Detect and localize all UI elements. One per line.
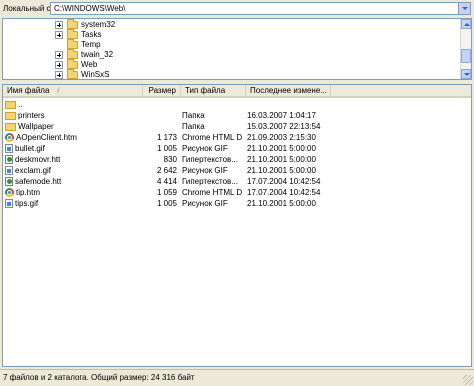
scroll-up-icon[interactable] xyxy=(461,19,471,29)
chrome-html-icon xyxy=(5,188,14,198)
folder-icon xyxy=(67,19,78,29)
column-header-size[interactable]: Размер xyxy=(143,85,181,98)
file-row[interactable]: exclam.gif 2 642 Рисунок GIF 21.10.2001 … xyxy=(3,165,459,176)
file-row[interactable]: bullet.gif 1 005 Рисунок GIF 21.10.2001 … xyxy=(3,143,459,154)
status-text: 7 файлов и 2 каталога. Общий размер: 24 … xyxy=(3,373,195,382)
file-type: Папка xyxy=(182,111,205,120)
tree-item-label: Temp xyxy=(81,40,101,49)
tree-item-label: twain_32 xyxy=(81,50,114,59)
file-name: deskmovr.htt xyxy=(15,155,61,164)
gif-file-icon xyxy=(5,166,13,176)
column-header-date[interactable]: Последнее измене... xyxy=(246,85,331,98)
folder-icon xyxy=(5,111,16,120)
column-header-name[interactable]: Имя файла / xyxy=(3,85,143,98)
file-size: 1 173 xyxy=(156,133,177,142)
file-size: 1 005 xyxy=(156,144,177,153)
tree-item[interactable]: Tasks xyxy=(55,28,102,40)
chrome-html-icon xyxy=(5,133,14,143)
file-row[interactable]: deskmovr.htt 830 Гипертекстов... 21.10.2… xyxy=(3,154,459,165)
file-type: Гипертекстов... xyxy=(182,155,238,164)
tree-item-label: Web xyxy=(81,60,98,69)
resize-grip-icon[interactable] xyxy=(463,375,473,385)
scroll-thumb[interactable] xyxy=(461,49,471,63)
file-row[interactable]: tip.htm 1 059 Chrome HTML D... 17.07.200… xyxy=(3,187,459,198)
local-site-bar: Локальный сайт: C:\WINDOWS\Web\ xyxy=(0,0,474,18)
expand-icon[interactable] xyxy=(55,60,63,69)
local-path-value: C:\WINDOWS\Web\ xyxy=(54,4,126,13)
file-size: 1 059 xyxy=(156,188,177,197)
expand-icon[interactable] xyxy=(55,20,63,29)
file-type: Папка xyxy=(182,122,205,131)
file-name: safemode.htt xyxy=(15,177,62,186)
file-date: 21.10.2001 5:00:00 xyxy=(247,144,316,153)
file-row[interactable]: AOpenClient.htm 1 173 Chrome HTML D... 2… xyxy=(3,132,459,143)
file-type: Рисунок GIF xyxy=(182,199,228,208)
file-row[interactable]: printers Папка 16.03.2007 1:04:17 xyxy=(3,110,459,121)
file-date: 21.09.2003 2:15:30 xyxy=(247,133,316,142)
file-row[interactable]: .. xyxy=(3,99,459,110)
sort-icon: / xyxy=(57,88,60,95)
file-size: 830 xyxy=(163,155,177,164)
file-name: exclam.gif xyxy=(15,166,52,175)
column-header-spacer xyxy=(331,85,471,98)
expand-icon[interactable] xyxy=(55,70,63,79)
chevron-down-icon[interactable] xyxy=(458,3,470,14)
tree-item[interactable]: system32 xyxy=(55,19,116,30)
folder-icon xyxy=(67,38,78,49)
local-path-input[interactable]: C:\WINDOWS\Web\ xyxy=(50,2,471,15)
file-name: bullet.gif xyxy=(15,144,45,153)
file-size: 1 005 xyxy=(156,199,177,208)
tree-item[interactable]: twain_32 xyxy=(55,48,114,60)
file-name: tips.gif xyxy=(15,199,39,208)
file-date: 21.10.2001 5:00:00 xyxy=(247,166,316,175)
file-list[interactable]: Имя файла / Размер Тип файла Последнее из… xyxy=(2,84,472,367)
file-name: printers xyxy=(18,111,45,120)
file-type: Chrome HTML D... xyxy=(182,188,242,197)
folder-icon xyxy=(67,28,78,39)
folder-icon xyxy=(5,100,16,109)
file-date: 17.07.2004 10:42:54 xyxy=(247,188,321,197)
file-row[interactable]: tips.gif 1 005 Рисунок GIF 21.10.2001 5:… xyxy=(3,198,459,209)
status-bar: 7 файлов и 2 каталога. Общий размер: 24 … xyxy=(0,369,474,386)
htt-file-icon xyxy=(5,155,13,165)
file-row[interactable]: Wallpaper Папка 15.03.2007 22:13:54 xyxy=(3,121,459,132)
directory-tree[interactable]: system32 Tasks Temp twain_32 Web WinSxS xyxy=(2,18,472,80)
tree-item[interactable]: Temp xyxy=(55,38,101,50)
gif-file-icon xyxy=(5,199,13,209)
tree-item-label: system32 xyxy=(81,20,116,29)
file-name: Wallpaper xyxy=(18,122,54,131)
expand-icon[interactable] xyxy=(55,30,63,39)
file-type: Рисунок GIF xyxy=(182,144,228,153)
scroll-down-icon[interactable] xyxy=(461,69,471,79)
tree-item[interactable]: Web xyxy=(55,58,98,70)
file-date: 16.03.2007 1:04:17 xyxy=(247,111,316,120)
tree-scrollbar[interactable] xyxy=(460,19,471,79)
file-date: 21.10.2001 5:00:00 xyxy=(247,199,316,208)
file-row[interactable]: safemode.htt 4 414 Гипертекстов... 17.07… xyxy=(3,176,459,187)
folder-icon xyxy=(67,68,78,79)
column-header-type[interactable]: Тип файла xyxy=(181,85,246,98)
tree-item-label: WinSxS xyxy=(81,70,110,79)
tree-item-label: Tasks xyxy=(81,30,102,39)
file-type: Рисунок GIF xyxy=(182,166,228,175)
file-size: 2 642 xyxy=(156,166,177,175)
file-size: 4 414 xyxy=(156,177,177,186)
file-date: 17.07.2004 10:42:54 xyxy=(247,177,321,186)
folder-icon xyxy=(67,48,78,59)
file-date: 15.03.2007 22:13:54 xyxy=(247,122,321,131)
file-name: tip.htm xyxy=(16,188,41,197)
file-name: .. xyxy=(18,100,23,109)
file-name: AOpenClient.htm xyxy=(16,133,77,142)
folder-icon xyxy=(67,58,78,69)
file-type: Гипертекстов... xyxy=(182,177,238,186)
tree-item[interactable]: WinSxS xyxy=(55,68,110,79)
expand-icon[interactable] xyxy=(55,50,63,59)
folder-icon xyxy=(5,122,16,131)
file-type: Chrome HTML D... xyxy=(182,133,242,142)
gif-file-icon xyxy=(5,144,13,154)
file-date: 21.10.2001 5:00:00 xyxy=(247,155,316,164)
htt-file-icon xyxy=(5,177,13,187)
